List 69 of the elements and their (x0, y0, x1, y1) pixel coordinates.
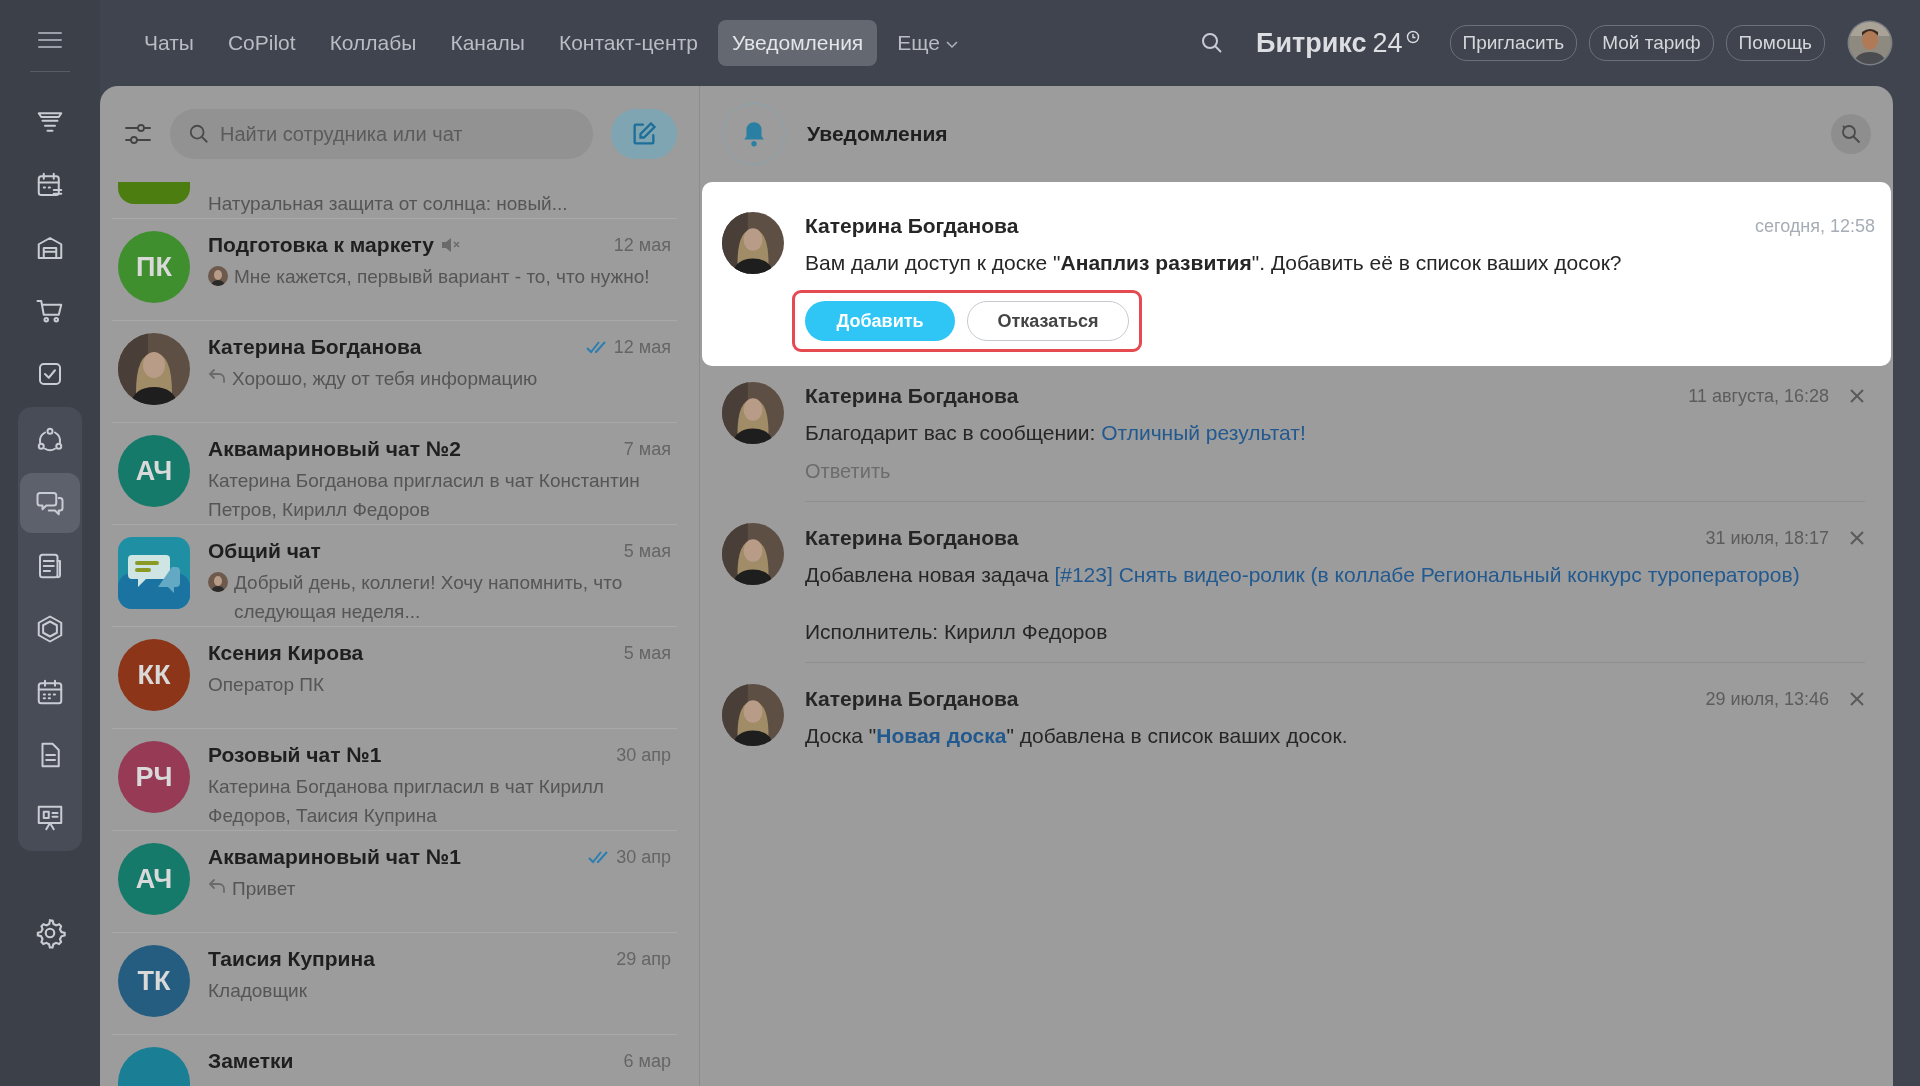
nav-tab[interactable]: Чаты (130, 20, 208, 66)
sidebar-item[interactable] (20, 473, 80, 533)
notification-text: Вам дали доступ к доске "Анаплиз развития". Добавить её в список ваших досок? (805, 250, 1623, 276)
chat-name: Подготовка к маркету (208, 233, 435, 257)
chat-preview: Катерина Богданова пригласил в чат Константин Петров, Кирилл Федоров (208, 469, 641, 522)
notification-time: 31 июля, 18:17 (1705, 527, 1829, 549)
chat-preview: Натуральная защита от солнца: новый... (208, 192, 568, 216)
chat-preview: Катерина Богданова пригласил в чат Кирилл Федоров, Таисия Куприна (208, 775, 605, 828)
calendar-icon (35, 677, 65, 707)
author-name: Катерина Богданова (805, 214, 1019, 238)
panel-title: Уведомления (807, 122, 948, 146)
chat-avatar: РЧ (118, 741, 190, 813)
notification-time: сегодня, 12:58 (1754, 215, 1875, 237)
chat-avatar: ТК (118, 945, 190, 1017)
chat-name: Общий чат (208, 539, 321, 563)
search-icon (1839, 122, 1863, 146)
header-button[interactable]: Пригласить (1449, 25, 1578, 61)
chat-preview: Оператор ПК (208, 673, 324, 697)
nav-tab[interactable]: Уведомления (717, 20, 878, 66)
nav-tab[interactable]: Каналы (436, 20, 539, 66)
author-name: Катерина Богданова (805, 384, 1019, 408)
close-icon[interactable] (1849, 530, 1865, 546)
chat-preview: Добрый день, коллеги! Хочу напомнить, что следующая неделя... (234, 571, 624, 624)
presentation-icon (35, 803, 65, 833)
chat-bubbles-icon (118, 537, 190, 609)
chat-avatar: ПК (118, 231, 190, 303)
nav-tab[interactable]: Еще (883, 20, 972, 66)
close-icon[interactable] (1849, 691, 1865, 707)
nav-tab[interactable]: CoPilot (213, 20, 310, 66)
clock-icon (1405, 29, 1420, 44)
chat-preview: Мне кажется, первывй вариант - то, что нужно! (234, 265, 650, 289)
author-name: Катерина Богданова (805, 687, 1019, 711)
settings-icon[interactable] (34, 917, 66, 949)
chat-name: Ксения Кирова (208, 641, 364, 665)
logo-text: Битрикс (1255, 27, 1367, 59)
chat-preview: Привет (232, 877, 296, 901)
chat-name: Аквамариновый чат №1 (208, 845, 461, 869)
header-button[interactable]: Помощь (1725, 25, 1825, 61)
logo-number: 24 (1372, 27, 1403, 59)
decline-button[interactable]: Отказаться (967, 301, 1129, 341)
chat-name: Заметки (208, 1049, 294, 1073)
close-icon[interactable] (1849, 388, 1865, 404)
reply-icon (208, 368, 226, 384)
chat-avatar: АЧ (118, 435, 190, 507)
chat-name: Розовый чат №1 (208, 743, 382, 767)
menu-icon[interactable] (38, 31, 62, 49)
notification-text: Доска "Новая доска" добавлена в список ваших досок. (805, 723, 1349, 749)
chat-name: Катерина Богданова (208, 335, 422, 359)
chat-name: Аквамариновый чат №2 (208, 437, 461, 461)
notification-time: 29 июля, 13:46 (1705, 688, 1829, 710)
author-name: Катерина Богданова (805, 526, 1019, 550)
search-icon[interactable] (1199, 31, 1224, 55)
search-icon (188, 123, 210, 145)
hexagon-icon (35, 614, 65, 644)
reply-icon (208, 878, 226, 894)
chat-avatar: АЧ (118, 843, 190, 915)
filter-icon[interactable] (124, 122, 152, 146)
chat-avatar: КК (118, 639, 190, 711)
nav-tab[interactable]: Коллабы (315, 20, 431, 66)
notification-text: Благодарит вас в сообщении: Отличный результат! (805, 420, 1307, 446)
chat-name: Таисия Куприна (208, 947, 375, 971)
chat-preview: Кладовщик (208, 979, 308, 1003)
header-button[interactable]: Мой тариф (1589, 25, 1714, 61)
nav-tab[interactable]: Контакт-центр (544, 20, 712, 66)
chat-preview: Хорошо, жду от тебя информацию (232, 367, 538, 391)
search-button[interactable] (1831, 114, 1871, 154)
notification-text: Исполнитель: Кирилл Федоров (805, 620, 1109, 644)
notification-time: 11 августа, 16:28 (1688, 385, 1829, 407)
notification-text: Добавлена новая задача [#123] Снять видео-ролик (в коллабе Региональный конкурс туроператоров) (805, 562, 1801, 588)
